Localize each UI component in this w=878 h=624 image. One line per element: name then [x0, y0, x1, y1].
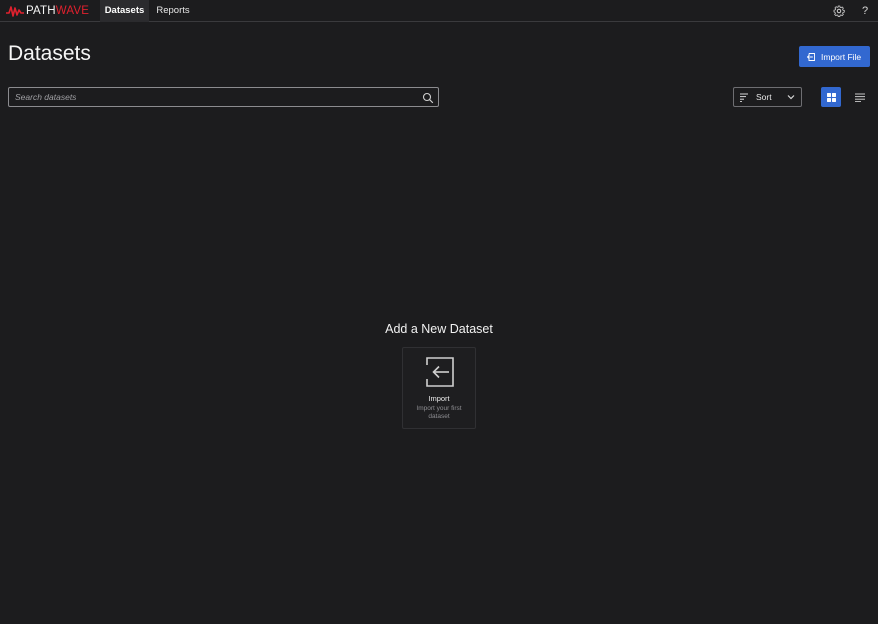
search-box [8, 87, 439, 107]
settings-button[interactable] [832, 4, 846, 18]
list-view-button[interactable] [853, 90, 867, 104]
sort-icon [740, 93, 748, 102]
import-file-button[interactable]: Import File [799, 46, 870, 67]
search-input[interactable] [15, 90, 415, 104]
tab-datasets[interactable]: Datasets [100, 0, 149, 22]
import-card[interactable]: Import Import your first dataset [402, 347, 476, 429]
chevron-down-icon [787, 95, 795, 100]
page-title: Datasets [8, 42, 91, 65]
grid-icon [826, 92, 836, 102]
list-icon [855, 93, 865, 102]
help-button[interactable]: ? [858, 4, 872, 18]
sort-dropdown[interactable]: Sort [733, 87, 802, 107]
grid-view-button[interactable] [821, 87, 841, 107]
app-logo[interactable]: PATH WAVE [6, 4, 89, 18]
empty-state-title: Add a New Dataset [385, 322, 493, 336]
import-card-title: Import [428, 394, 450, 403]
logo-text-path: PATH [26, 5, 56, 17]
import-card-subtitle: Import your first dataset [416, 405, 462, 420]
pathwave-logo-icon [6, 6, 24, 17]
import-icon [807, 52, 815, 61]
import-file-label: Import File [821, 51, 862, 62]
gear-icon [833, 5, 845, 17]
logo-text-wave: WAVE [55, 5, 90, 17]
search-button[interactable] [422, 91, 434, 109]
import-icon [426, 357, 454, 387]
sort-label: Sort [756, 92, 772, 102]
search-icon [422, 92, 434, 104]
tab-reports[interactable]: Reports [151, 0, 195, 22]
top-bar: PATH WAVE Datasets Reports ? [0, 0, 878, 22]
